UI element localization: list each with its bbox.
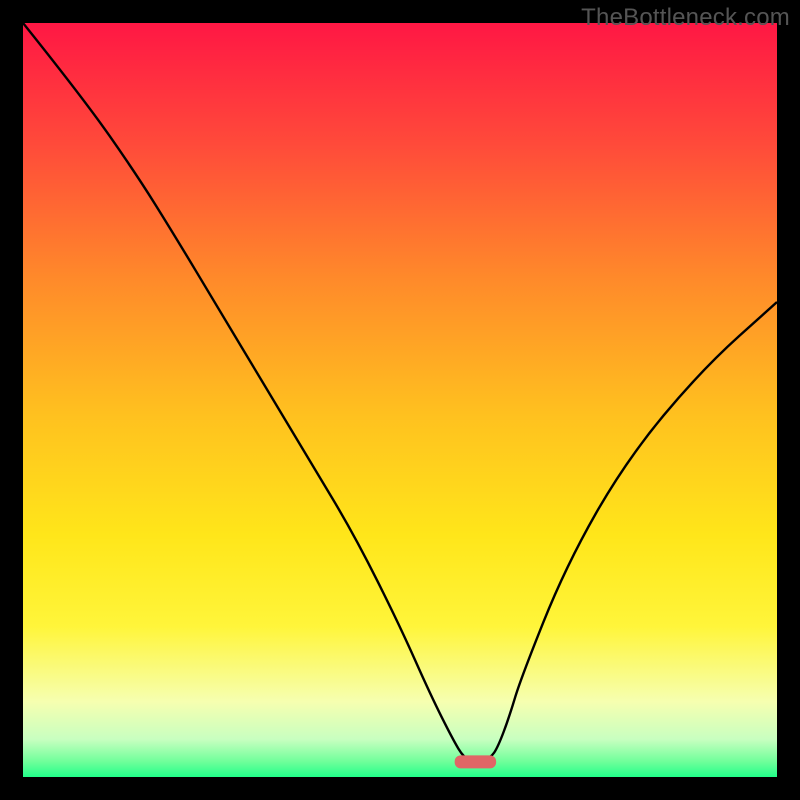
plot-area xyxy=(23,23,777,777)
chart-svg xyxy=(23,23,777,777)
chart-frame: TheBottleneck.com xyxy=(0,0,800,800)
minimum-marker xyxy=(455,755,496,768)
watermark-text: TheBottleneck.com xyxy=(581,4,790,32)
gradient-background xyxy=(23,23,777,777)
